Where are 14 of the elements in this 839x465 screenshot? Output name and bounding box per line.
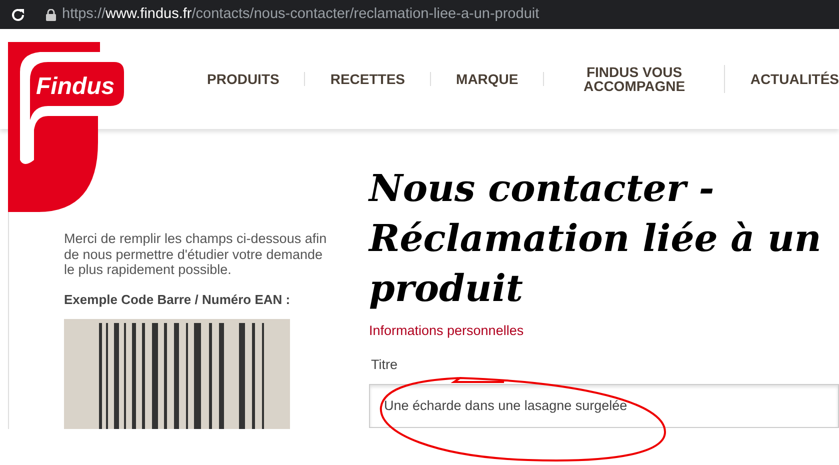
reload-icon[interactable]	[10, 6, 26, 22]
field-label: Titre	[370, 356, 398, 374]
page-title: Nous contacter - Réclamation liée à un produit	[369, 165, 822, 312]
intro-text: Merci de remplir les champs ci-dessous afin de nous permettre d'étudier votre demande le plus rapidement possible.	[64, 231, 328, 278]
nav-link[interactable]: PRODUITS	[182, 72, 306, 86]
nav-link[interactable]: ACTUALITÉS	[725, 72, 839, 86]
nav-link[interactable]: MARQUE	[431, 72, 544, 86]
barcode-label: Exemple Code Barre / Numéro EAN :	[64, 290, 292, 309]
section-heading: Informations personnelles	[369, 322, 525, 340]
title-input[interactable]: Une écharde dans une lasagne surgelée	[369, 384, 839, 428]
url-text: https://www.findus.fr/contacts/nous-contacter/reclamation-liee-a-un-produit	[62, 4, 540, 24]
nav-link[interactable]: FINDUS VOUS ACCOMPAGNE	[544, 65, 726, 93]
nav-link[interactable]: RECETTES	[305, 72, 432, 86]
lock-icon	[46, 8, 56, 20]
